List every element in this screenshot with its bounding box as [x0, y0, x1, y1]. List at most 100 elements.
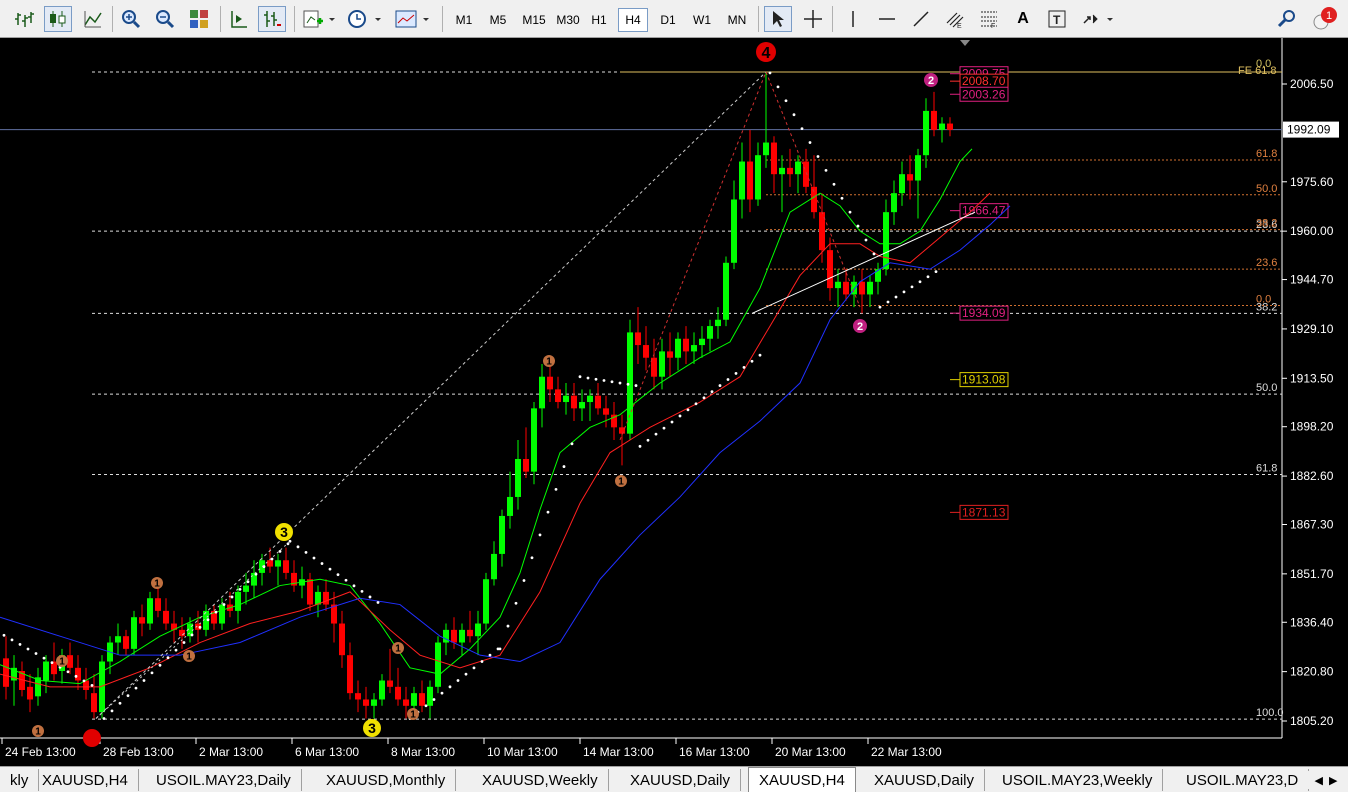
sar-dot	[602, 379, 606, 382]
candle-body	[219, 604, 225, 624]
chart-tab[interactable]: XAUUSD,Daily	[620, 769, 742, 791]
timeframe-m15[interactable]: M15	[518, 8, 550, 32]
chart-shift-icon[interactable]	[258, 6, 286, 32]
sar-dot	[610, 380, 614, 384]
candle-body	[3, 658, 9, 687]
price-tick-label: 1944.70	[1290, 273, 1334, 287]
auto-scroll-icon[interactable]	[226, 6, 252, 32]
sar-dot	[506, 624, 510, 628]
wave-label-text: 3	[280, 524, 288, 540]
bar-chart-icon[interactable]	[12, 6, 38, 32]
sar-dot	[654, 432, 658, 436]
notifications-icon[interactable]: 1	[1308, 6, 1340, 32]
sar-dot	[878, 305, 882, 309]
price-chart[interactable]: 2006.50 1975.60 1960.00 1944.70 1929.10 1913.…	[0, 38, 1348, 766]
tile-windows-icon[interactable]	[186, 6, 212, 32]
candle-body	[419, 693, 425, 706]
chart-tab[interactable]: USOIL.MAY23,D	[1176, 769, 1310, 791]
price-tick-label: 1882.60	[1290, 469, 1334, 483]
fib-level-label: 50.0	[1256, 382, 1277, 394]
candle-body	[435, 642, 441, 687]
indicators-icon[interactable]	[302, 6, 338, 32]
candle-body	[779, 167, 785, 175]
time-tick-label: 20 Mar 13:00	[775, 745, 846, 759]
arrows-icon[interactable]	[1080, 6, 1116, 32]
chart-tab[interactable]: USOIL.MAY23,Daily	[146, 769, 302, 791]
chart-tab[interactable]: XAUUSD,Daily	[864, 769, 986, 791]
candle-body	[539, 376, 545, 409]
sar-dot	[134, 686, 138, 690]
candle-body	[811, 186, 817, 213]
sar-dot	[320, 562, 324, 565]
candle-body	[443, 629, 449, 643]
sar-dot	[66, 670, 70, 674]
search-icon[interactable]	[1274, 6, 1300, 32]
candle-body	[939, 123, 945, 130]
candlestick-icon[interactable]	[44, 6, 72, 32]
zoom-out-icon[interactable]	[152, 6, 178, 32]
fib-small-label: 0.0	[1256, 294, 1271, 306]
chart-tab[interactable]: XAUUSD,H4	[748, 767, 856, 792]
candle-body	[523, 458, 529, 472]
timeframe-m30[interactable]: M30	[552, 8, 584, 32]
candle-body	[875, 269, 881, 282]
crosshair-icon[interactable]	[800, 6, 826, 32]
sar-dot	[42, 656, 46, 660]
sar-dot	[82, 679, 86, 683]
timeframe-h1[interactable]: H1	[586, 8, 612, 32]
timeframe-m5[interactable]: M5	[484, 8, 512, 32]
sar-dot	[792, 113, 796, 117]
candle-body	[411, 693, 417, 706]
horizontal-line-icon[interactable]	[874, 6, 900, 32]
chart-tab[interactable]: XAUUSD,H4	[32, 769, 139, 791]
sar-dot	[856, 224, 860, 228]
text-tool-icon[interactable]: A	[1010, 6, 1036, 32]
sar-dot	[514, 601, 518, 605]
sar-dot	[190, 633, 194, 637]
main-toolbar: M1 M5 M15 M30 H1 H4 D1 W1 MN E F A T 1	[0, 0, 1348, 38]
chart-tab[interactable]: XAUUSD,Monthly	[316, 769, 457, 791]
price-tick-label: 1975.60	[1290, 175, 1334, 189]
candle-body	[275, 560, 281, 567]
candle-body	[475, 623, 481, 637]
sar-dot	[110, 709, 114, 713]
sar-dot	[126, 694, 130, 698]
sar-dot	[726, 378, 730, 381]
timeframe-h4[interactable]: H4	[618, 8, 648, 32]
timeframe-m1[interactable]: M1	[450, 8, 478, 32]
price-tick-label: 1929.10	[1290, 322, 1334, 336]
sar-dot	[586, 376, 590, 380]
candle-body	[483, 579, 489, 624]
zoom-in-icon[interactable]	[118, 6, 144, 32]
shift-marker	[960, 40, 970, 46]
candle-body	[883, 212, 889, 270]
candle-body	[555, 389, 561, 403]
candle-body	[131, 617, 137, 649]
timeframe-d1[interactable]: D1	[654, 8, 682, 32]
sar-dot	[670, 420, 674, 424]
equidistant-channel-icon[interactable]: E	[942, 6, 968, 32]
sar-dot	[102, 717, 106, 720]
cursor-arrow-icon[interactable]	[764, 6, 792, 32]
chart-tab[interactable]: USOIL.MAY23,Weekly	[992, 769, 1164, 791]
sar-dot	[750, 359, 754, 363]
vertical-line-icon[interactable]	[840, 6, 866, 32]
chart-tab[interactable]: XAUUSD,Weekly	[472, 769, 609, 791]
candle-body	[739, 161, 745, 200]
sar-dot	[734, 372, 738, 375]
candle-body	[683, 338, 689, 352]
templates-icon[interactable]	[394, 6, 434, 32]
candle-body	[747, 161, 753, 200]
tab-scroll-arrows-icon[interactable]: ◀ ▶	[1308, 771, 1344, 789]
text-label-icon[interactable]: T	[1044, 6, 1070, 32]
line-chart-icon[interactable]	[80, 6, 106, 32]
candle-body	[667, 351, 673, 358]
timeframe-mn[interactable]: MN	[722, 8, 752, 32]
sar-dot	[34, 652, 38, 655]
price-box-label: 1871.13	[962, 505, 1006, 519]
periodicity-clock-icon[interactable]	[346, 6, 386, 32]
trend-line-icon[interactable]	[908, 6, 934, 32]
timeframe-w1[interactable]: W1	[688, 8, 716, 32]
candle-body	[763, 142, 769, 156]
fibonacci-icon[interactable]: F	[976, 6, 1002, 32]
